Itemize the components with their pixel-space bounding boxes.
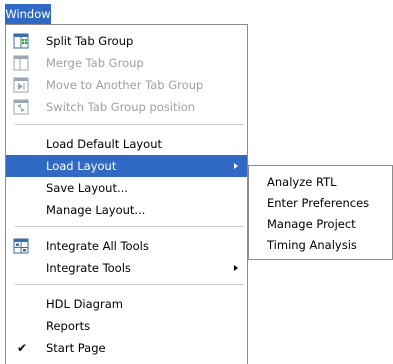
menu-item-label: HDL Diagram [46,297,123,311]
menu-item-switch-tab-group-position[interactable]: Switch Tab Group position [6,96,247,118]
menu-item-load-default-layout[interactable]: Load Default Layout [6,133,247,155]
window-dropdown-menu: Split Tab Group Merge Tab Group Move to … [5,24,248,364]
menu-item-label: Switch Tab Group position [46,100,196,114]
split-tab-group-icon [13,33,29,49]
menu-item-label: Start Page [46,341,106,355]
menu-item-label: Reports [46,319,91,333]
menu-separator [15,284,244,285]
menu-item-load-layout[interactable]: Load Layout [6,155,247,177]
submenu-item-label: Enter Preferences [267,196,370,210]
submenu-item-label: Timing Analysis [267,238,357,252]
move-tab-group-icon [13,77,29,93]
menu-item-label: Manage Layout... [46,203,146,217]
menu-item-reports[interactable]: Reports [6,315,247,337]
menu-item-start-page[interactable]: ✔ Start Page [6,337,247,359]
window-menu[interactable]: Window [5,4,51,24]
menu-item-label: Integrate Tools [46,261,131,275]
menu-item-label: Split Tab Group [46,34,134,48]
menu-item-label: Load Default Layout [46,137,163,151]
merge-tab-group-icon [13,55,29,71]
menu-item-integrate-all-tools[interactable]: Integrate All Tools [6,235,247,257]
submenu-item-label: Analyze RTL [267,175,337,189]
menu-item-hdl-diagram[interactable]: HDL Diagram [6,293,247,315]
load-layout-submenu: Analyze RTL Enter Preferences Manage Pro… [248,165,393,260]
submenu-item-enter-preferences[interactable]: Enter Preferences [249,193,392,214]
switch-tab-group-icon [13,99,29,115]
menu-item-save-layout[interactable]: Save Layout... [6,177,247,199]
menu-item-move-to-another-tab-group[interactable]: Move to Another Tab Group [6,74,247,96]
menu-item-label: Save Layout... [46,181,128,195]
submenu-item-timing-analysis[interactable]: Timing Analysis [249,235,392,256]
menu-item-integrate-tools[interactable]: Integrate Tools [6,257,247,279]
integrate-tools-icon [13,238,29,254]
menu-item-label: Load Layout [46,159,117,173]
menu-item-label: Merge Tab Group [46,56,144,70]
menu-item-merge-tab-group[interactable]: Merge Tab Group [6,52,247,74]
menu-item-label: Integrate All Tools [46,239,149,253]
submenu-item-manage-project[interactable]: Manage Project [249,214,392,235]
menu-item-split-tab-group[interactable]: Split Tab Group [6,30,247,52]
submenu-item-label: Manage Project [267,217,356,231]
menu-item-manage-layout[interactable]: Manage Layout... [6,199,247,221]
submenu-arrow-icon [234,163,238,169]
menu-item-label: Move to Another Tab Group [46,78,204,92]
checkmark-icon: ✔ [17,341,28,355]
submenu-item-analyze-rtl[interactable]: Analyze RTL [249,172,392,193]
menu-separator [15,226,244,227]
menu-separator [15,124,244,125]
submenu-arrow-icon [234,265,238,271]
